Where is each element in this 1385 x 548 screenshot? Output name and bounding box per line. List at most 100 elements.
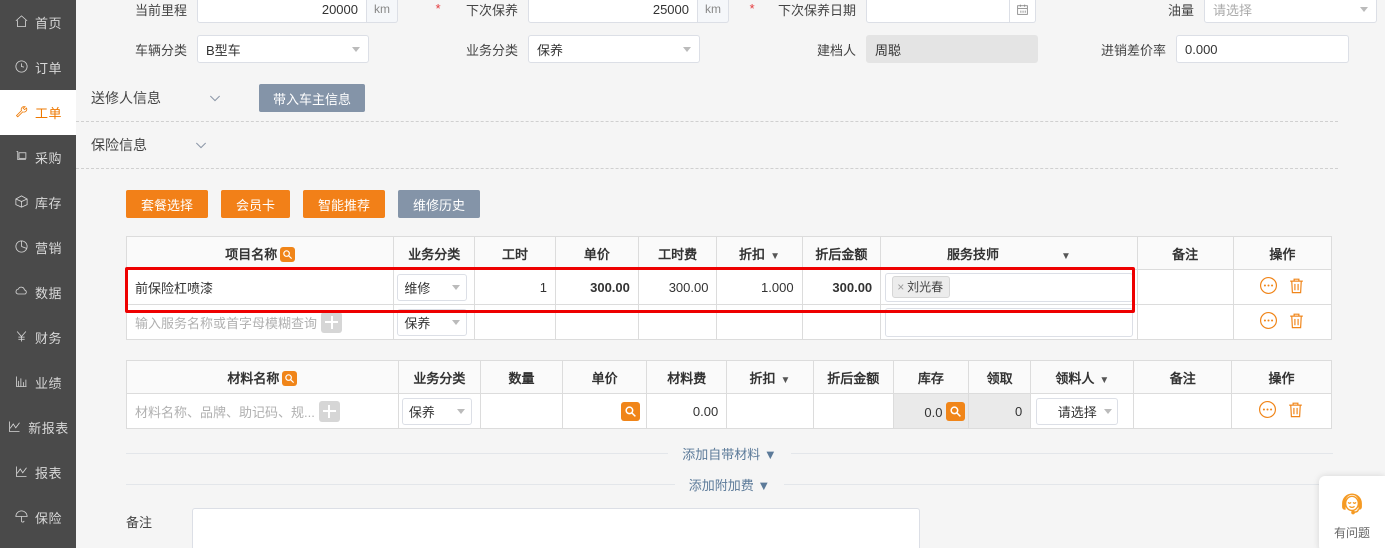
th-material-fee: 材料费 — [646, 360, 728, 394]
current-mileage-input[interactable]: 20000 — [197, 0, 367, 23]
business-class-select[interactable]: 保养 — [528, 35, 700, 63]
section-insurance-info[interactable]: 保险信息 — [76, 122, 1338, 169]
member-card-button[interactable]: 会员卡 — [221, 190, 291, 218]
next-service-input[interactable]: 25000 — [528, 0, 698, 23]
cell-business-category[interactable]: 保养 — [393, 304, 476, 340]
chevron-down-icon[interactable] — [193, 137, 209, 153]
th-remark: 备注 — [1133, 360, 1233, 394]
cell-discount[interactable] — [726, 393, 814, 429]
cell-unit-price[interactable] — [554, 304, 639, 340]
cell-received[interactable]: 0 — [968, 393, 1032, 429]
sidebar-item-home[interactable]: 首页 — [0, 0, 76, 45]
category-value: 保养 — [404, 315, 431, 331]
fuel-level-select[interactable]: 请选择 — [1204, 0, 1377, 23]
sidebar-item-marketing[interactable]: 营销 — [0, 225, 76, 270]
search-icon[interactable] — [280, 246, 296, 262]
cell-material-name-input[interactable]: 材料名称、品牌、助记码、规... — [126, 393, 399, 429]
technician-tag[interactable]: × 刘光春 — [892, 276, 951, 298]
add-icon[interactable] — [321, 311, 343, 333]
search-icon[interactable] — [282, 370, 298, 386]
add-surcharge-link[interactable]: 添加附加费 ▼ — [675, 475, 784, 494]
delete-icon[interactable] — [1286, 400, 1305, 422]
cell-item-name[interactable]: 前保险杠喷漆 — [125, 269, 395, 305]
add-own-material-link[interactable]: 添加自带材料 ▼ — [668, 444, 790, 463]
category-select[interactable]: 保养 — [397, 308, 468, 336]
smart-recommend-button[interactable]: 智能推荐 — [303, 190, 386, 218]
cell-business-category[interactable]: 保养 — [397, 393, 481, 429]
delete-icon[interactable] — [1287, 276, 1306, 298]
calendar-icon[interactable] — [1010, 0, 1036, 23]
sidebar-item-inventory[interactable]: 库存 — [0, 180, 76, 225]
margin-rate-input[interactable]: 0.000 — [1176, 35, 1349, 63]
vehicle-class-select[interactable]: B型车 — [197, 35, 369, 63]
cell-technician[interactable]: × 刘光春 — [880, 269, 1138, 305]
remove-tag-icon[interactable]: × — [897, 280, 904, 294]
stock-search-icon[interactable] — [946, 401, 966, 421]
sidebar-item-purchase[interactable]: 采购 — [0, 135, 76, 180]
cell-receiver[interactable]: 请选择 — [1030, 393, 1135, 429]
add-icon[interactable] — [318, 400, 340, 422]
sidebar-item-performance[interactable]: 业绩 — [0, 360, 76, 405]
business-class-value: 保养 — [537, 42, 564, 58]
category-value: 维修 — [404, 280, 431, 296]
cell-operations — [1232, 269, 1333, 305]
umbrella-icon — [14, 509, 29, 527]
cell-hours[interactable] — [474, 304, 556, 340]
more-options-icon[interactable] — [1258, 400, 1277, 422]
th-technician[interactable]: 服务技师 ▼ — [880, 236, 1138, 270]
more-options-icon[interactable] — [1259, 276, 1278, 298]
cell-remark[interactable] — [1136, 269, 1234, 305]
next-service-date-input[interactable] — [866, 0, 1010, 23]
sidebar-item-label: 业绩 — [34, 376, 62, 391]
sort-down-icon[interactable]: ▼ — [781, 375, 791, 386]
customer-service-widget[interactable]: 有问题 — [1319, 476, 1385, 548]
sidebar-item-label: 工单 — [34, 106, 62, 121]
price-search-icon[interactable] — [621, 401, 641, 421]
sidebar-item-finance[interactable]: 财务 — [0, 315, 76, 360]
more-options-icon[interactable] — [1259, 311, 1278, 333]
sidebar-item-label: 采购 — [34, 151, 62, 166]
sort-down-icon[interactable]: ▼ — [1061, 251, 1071, 262]
sidebar-item-insurance[interactable]: 保险 — [0, 495, 76, 540]
delete-icon[interactable] — [1287, 311, 1306, 333]
category-select[interactable]: 维修 — [397, 273, 468, 301]
cell-business-category[interactable]: 维修 — [393, 269, 476, 305]
package-select-button[interactable]: 套餐选择 — [126, 190, 209, 218]
cell-quantity[interactable] — [479, 393, 564, 429]
th-discount[interactable]: 折扣 ▼ — [716, 236, 803, 270]
sidebar-item-data[interactable]: 数据 — [0, 270, 76, 315]
cell-unit-price[interactable]: 300.00 — [554, 269, 639, 305]
vehicle-class-value: B型车 — [206, 42, 241, 58]
th-labor-fee: 工时费 — [637, 236, 718, 270]
section-repairer-info[interactable]: 送修人信息 带入车主信息 — [76, 75, 1338, 122]
sidebar-item-workorder[interactable]: 工单 — [0, 90, 76, 135]
cell-item-name-input[interactable]: 输入服务名称或首字母模糊查询 — [125, 304, 395, 340]
cell-discount[interactable]: 1.000 — [716, 269, 803, 305]
category-select[interactable]: 保养 — [401, 397, 472, 425]
th-discount[interactable]: 折扣 ▼ — [726, 360, 814, 394]
cell-discounted-amount — [812, 393, 894, 429]
sort-down-icon[interactable]: ▼ — [770, 251, 780, 262]
cell-discount[interactable] — [716, 304, 803, 340]
th-business-category: 业务分类 — [397, 360, 481, 394]
sidebar-item-newreport[interactable]: 新报表 — [0, 405, 76, 450]
receiver-select[interactable]: 请选择 — [1036, 397, 1119, 425]
sidebar-item-orders[interactable]: 订单 — [0, 45, 76, 90]
sort-down-icon[interactable]: ▼ — [1099, 375, 1109, 386]
th-receiver[interactable]: 领料人 ▼ — [1030, 360, 1135, 394]
cell-hours[interactable]: 1 — [474, 269, 556, 305]
repair-history-button[interactable]: 维修历史 — [398, 190, 481, 218]
cell-remark[interactable] — [1133, 393, 1233, 429]
th-stock: 库存 — [892, 360, 970, 394]
cell-technician[interactable] — [880, 304, 1138, 340]
technician-multiselect[interactable]: × 刘光春 — [885, 272, 1133, 302]
remark-textarea[interactable] — [192, 508, 920, 548]
receiver-value: 请选择 — [1057, 404, 1097, 420]
cell-remark[interactable] — [1136, 304, 1234, 340]
sidebar-item-report[interactable]: 报表 — [0, 450, 76, 495]
chevron-down-icon[interactable] — [207, 90, 223, 106]
import-owner-info-button[interactable]: 带入车主信息 — [259, 84, 366, 112]
th-business-category: 业务分类 — [393, 236, 476, 270]
cell-unit-price[interactable] — [562, 393, 648, 429]
technician-multiselect[interactable] — [885, 307, 1133, 337]
